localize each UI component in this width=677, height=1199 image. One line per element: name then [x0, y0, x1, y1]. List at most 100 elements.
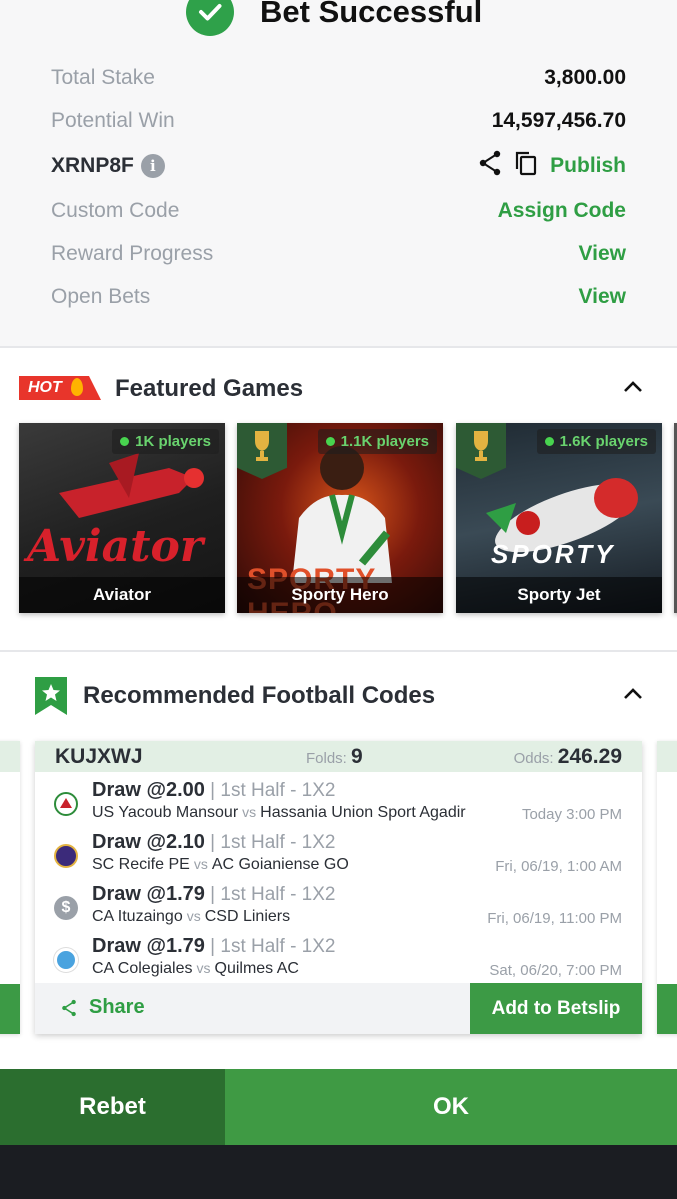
- potential-win-value: 14,597,456.70: [491, 109, 626, 132]
- card-header: KUJXWJ Folds: 9 Odds: 246.29: [35, 741, 642, 772]
- total-stake-row: Total Stake 3,800.00: [51, 63, 626, 93]
- vs-label: vs: [193, 856, 208, 872]
- fire-icon: [71, 378, 83, 396]
- team-crest-icon: [54, 844, 78, 868]
- pick: Draw @1.79 | 1st Half - 1X2: [92, 935, 336, 958]
- code-card-previous[interactable]: [0, 741, 20, 1034]
- aviator-art-text: Aviator: [27, 521, 203, 572]
- add-to-betslip-button[interactable]: Add to Betslip: [470, 983, 642, 1034]
- teams: CA Colegiales vs Quilmes AC: [92, 960, 299, 977]
- players-badge: 1K players: [112, 429, 219, 454]
- codes-carousel[interactable]: KUJXWJ Folds: 9 Odds: 246.29 Draw @2.00 …: [0, 741, 677, 1036]
- vs-label: vs: [242, 804, 257, 820]
- bet-summary-panel: Bet Successful Total Stake 3,800.00 Pote…: [0, 0, 677, 346]
- success-check-icon: [186, 0, 234, 36]
- match-row: $ Draw @1.79 | 1st Half - 1X2 CA Ituzain…: [35, 879, 642, 929]
- market-label: | 1st Half - 1X2: [210, 780, 336, 801]
- teams: US Yacoub Mansour vs Hassania Union Sport …: [92, 804, 466, 822]
- potential-win-label: Potential Win: [51, 109, 175, 132]
- reward-view-button[interactable]: View: [579, 242, 626, 266]
- odds: Odds: 246.29: [514, 745, 622, 769]
- match-time: Sat, 06/20, 7:00 PM: [489, 962, 622, 977]
- market-label: | 1st Half - 1X2: [210, 936, 336, 957]
- home-indicator-area: [0, 1145, 677, 1199]
- pick-label: Draw @2.00: [92, 779, 205, 801]
- folds-label: Folds:: [306, 750, 347, 767]
- share-button[interactable]: Share: [61, 996, 145, 1019]
- featured-games-carousel[interactable]: Aviator 1K players Aviator SPORTY HERO 1…: [0, 423, 677, 613]
- match-row: Draw @2.10 | 1st Half - 1X2 SC Recife PE…: [35, 827, 642, 877]
- game-name: Aviator: [19, 577, 225, 613]
- game-name: Sporty Hero: [237, 577, 443, 613]
- open-bets-view-button[interactable]: View: [579, 285, 626, 309]
- game-card-sporty-hero[interactable]: SPORTY HERO 1.1K players Sporty Hero: [237, 423, 443, 613]
- card-header: [657, 741, 677, 772]
- team-crest-icon: [54, 792, 78, 816]
- assign-code-button[interactable]: Assign Code: [498, 199, 626, 223]
- home-team: CA Colegiales: [92, 960, 193, 977]
- match-row: Draw @1.79 | 1st Half - 1X2 CA Colegiale…: [35, 931, 642, 977]
- code-card[interactable]: KUJXWJ Folds: 9 Odds: 246.29 Draw @2.00 …: [35, 741, 642, 1034]
- home-team: SC Recife PE: [92, 856, 190, 873]
- teams: CA Ituzaingo vs CSD Liniers: [92, 908, 290, 926]
- teams: SC Recife PE vs AC Goianiense GO: [92, 856, 349, 874]
- match-time: Fri, 06/19, 1:00 AM: [495, 858, 622, 875]
- total-stake-value: 3,800.00: [544, 66, 626, 89]
- chevron-up-icon[interactable]: [623, 379, 643, 398]
- folds-value: 9: [351, 745, 363, 768]
- odds-value: 246.29: [557, 745, 622, 768]
- players-count: 1.1K players: [340, 433, 429, 450]
- team-crest-icon: [54, 948, 78, 972]
- divider: [0, 346, 677, 348]
- pick-label: Draw @2.10: [92, 831, 205, 853]
- match-time: Today 3:00 PM: [521, 806, 622, 823]
- booking-code-row: XRNP8F i Publish: [51, 150, 626, 182]
- reward-progress-row: Reward Progress View: [51, 239, 626, 269]
- featured-games-header[interactable]: HOT Featured Games: [0, 369, 677, 409]
- players-count: 1K players: [135, 433, 211, 450]
- divider: [0, 650, 677, 652]
- away-team: AC Goianiense GO: [211, 856, 349, 873]
- game-card-aviator[interactable]: Aviator 1K players Aviator: [19, 423, 225, 613]
- game-name: Sporty Jet: [456, 577, 662, 613]
- odds-label: Odds:: [513, 750, 554, 767]
- card-header: [0, 741, 20, 772]
- info-icon[interactable]: i: [140, 154, 165, 178]
- share-icon[interactable]: [478, 150, 502, 182]
- add-to-betslip-button[interactable]: [0, 984, 20, 1034]
- success-header: Bet Successful: [186, 0, 482, 36]
- bottom-action-bar: Rebet OK: [0, 1069, 677, 1145]
- online-dot-icon: [120, 437, 130, 446]
- online-dot-icon: [325, 437, 335, 446]
- game-card-sporty-jet[interactable]: SPORTY 1.6K players Sporty Jet: [456, 423, 662, 613]
- recommended-header[interactable]: Recommended Football Codes: [0, 676, 677, 716]
- total-stake-label: Total Stake: [51, 66, 155, 89]
- folds: Folds: 9: [306, 745, 363, 769]
- custom-code-row: Custom Code Assign Code: [51, 196, 626, 226]
- hot-label: HOT: [28, 379, 62, 396]
- vs-label: vs: [196, 960, 211, 976]
- hot-badge: HOT: [19, 376, 101, 400]
- code-card-next[interactable]: [657, 741, 677, 1034]
- pick-label: Draw @1.79: [92, 883, 205, 905]
- away-team: Quilmes AC: [214, 960, 299, 977]
- page-title: Bet Successful: [260, 0, 483, 29]
- pick-label: Draw @1.79: [92, 935, 205, 957]
- away-team: Hassania Union Sport Agadir: [260, 804, 466, 821]
- booking-code: XRNP8F i: [51, 154, 165, 178]
- featured-games-title: Featured Games: [115, 375, 304, 402]
- match-time: Fri, 06/19, 11:00 PM: [487, 910, 622, 927]
- home-team: CA Ituzaingo: [92, 908, 183, 925]
- share-label: Share: [89, 996, 145, 1018]
- match-row: Draw @2.00 | 1st Half - 1X2 US Yacoub Ma…: [35, 775, 642, 825]
- ok-button[interactable]: OK: [225, 1069, 677, 1145]
- share-icon: [62, 999, 76, 1016]
- market-label: | 1st Half - 1X2: [210, 884, 336, 905]
- rebet-button[interactable]: Rebet: [0, 1069, 225, 1145]
- chevron-up-icon[interactable]: [623, 686, 643, 705]
- publish-button[interactable]: Publish: [550, 154, 626, 178]
- copy-icon[interactable]: [514, 150, 538, 182]
- add-to-betslip-button[interactable]: [657, 984, 677, 1034]
- code-label: KUJXWJ: [55, 744, 143, 768]
- players-badge: 1.1K players: [317, 429, 437, 454]
